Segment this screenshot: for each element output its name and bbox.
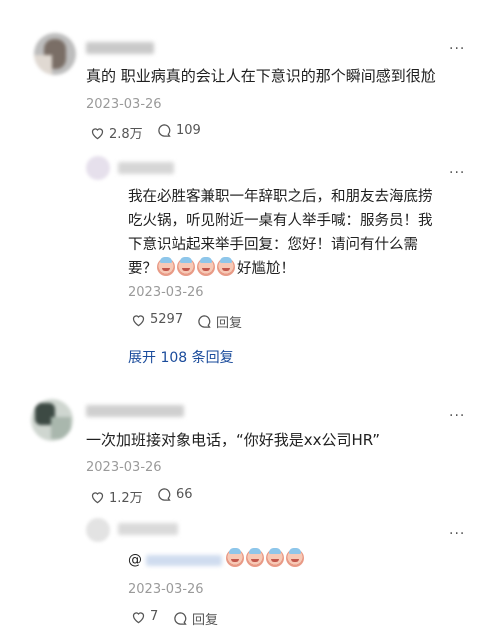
expand-replies-link[interactable]: 展开 108 条回复 bbox=[128, 347, 234, 367]
avatar[interactable] bbox=[31, 399, 73, 441]
username[interactable] bbox=[86, 42, 154, 54]
crying-face-emoji-icon bbox=[266, 548, 284, 567]
comment-bubble-icon bbox=[174, 612, 187, 625]
more-dots-icon[interactable]: ··· bbox=[449, 527, 465, 541]
heart-icon bbox=[132, 611, 145, 623]
comment-text: 一次加班接对象电话，“你好我是xx公司HR” bbox=[86, 431, 381, 449]
comment-bubble-icon bbox=[198, 315, 211, 328]
heart-icon bbox=[91, 127, 104, 139]
avatar[interactable] bbox=[86, 156, 110, 180]
heart-icon bbox=[132, 314, 145, 326]
comment-date: 2023-03-26 bbox=[86, 97, 162, 112]
reply-date: 2023-03-26 bbox=[128, 285, 204, 300]
reply-count: 66 bbox=[176, 487, 193, 502]
like-button[interactable]: 7 bbox=[131, 609, 158, 624]
reply-button[interactable]: 回复 bbox=[173, 609, 218, 628]
like-button[interactable]: 2.8万 bbox=[90, 123, 143, 142]
crying-face-emoji-icon bbox=[177, 257, 195, 276]
crying-face-emoji-icon bbox=[217, 257, 235, 276]
comment-date: 2023-03-26 bbox=[86, 460, 162, 475]
crying-face-emoji-icon bbox=[226, 548, 244, 567]
comment-text: 真的 职业病真的会让人在下意识的那个瞬间感到很尬 bbox=[86, 67, 436, 85]
reply-text: @ bbox=[128, 548, 458, 572]
heart-icon bbox=[91, 491, 104, 503]
like-button[interactable]: 1.2万 bbox=[90, 487, 143, 506]
comment-button[interactable]: 66 bbox=[157, 487, 193, 502]
crying-face-emoji-icon bbox=[246, 548, 264, 567]
comment-bubble-icon bbox=[158, 488, 171, 501]
more-dots-icon[interactable]: ··· bbox=[449, 409, 465, 423]
like-count: 2.8万 bbox=[109, 127, 143, 142]
reply-label: 回复 bbox=[216, 316, 243, 331]
username[interactable] bbox=[86, 405, 184, 417]
reply-text: 我在必胜客兼职一年辞职之后，和朋友去海底捞 吃火锅，听见附近一桌有人举手喊：服务… bbox=[128, 189, 433, 277]
like-button[interactable]: 5297 bbox=[131, 312, 183, 327]
crying-face-emoji-icon bbox=[286, 548, 304, 567]
more-dots-icon[interactable]: ··· bbox=[449, 42, 465, 56]
reply-label: 回复 bbox=[192, 613, 219, 628]
crying-face-emoji-icon bbox=[157, 257, 175, 276]
comment-button[interactable]: 109 bbox=[157, 123, 201, 138]
reply-button[interactable]: 回复 bbox=[197, 312, 242, 331]
avatar[interactable] bbox=[86, 518, 110, 542]
crying-face-emoji-icon bbox=[197, 257, 215, 276]
username[interactable] bbox=[118, 523, 178, 535]
avatar[interactable] bbox=[34, 33, 76, 75]
like-count: 5297 bbox=[150, 312, 184, 327]
more-dots-icon[interactable]: ··· bbox=[449, 166, 465, 180]
username[interactable] bbox=[118, 162, 174, 174]
comment-bubble-icon bbox=[158, 124, 171, 137]
reply-count: 109 bbox=[176, 123, 201, 138]
comments-panel: ··· 真的 职业病真的会让人在下意识的那个瞬间感到很尬 2023-03-26 … bbox=[0, 0, 486, 643]
mention-username[interactable] bbox=[146, 554, 222, 566]
reply-date: 2023-03-26 bbox=[128, 582, 204, 597]
like-count: 7 bbox=[150, 609, 159, 624]
like-count: 1.2万 bbox=[109, 491, 143, 506]
